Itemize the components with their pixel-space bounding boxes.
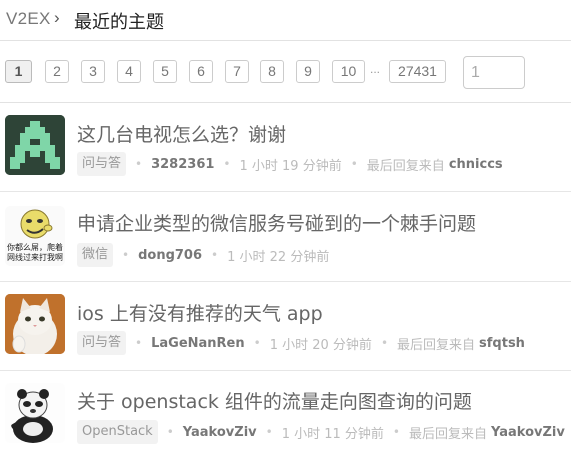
meta-separator: • bbox=[135, 157, 143, 171]
page-link-7[interactable]: 7 bbox=[225, 60, 249, 83]
topic-item: ios 上有没有推荐的天气 app 问与答 • LaGeNanRen • 1 小… bbox=[0, 283, 571, 371]
panda-avatar[interactable] bbox=[5, 383, 65, 443]
page-link-1[interactable]: 1 bbox=[5, 60, 32, 83]
page-link-10[interactable]: 10 bbox=[332, 60, 365, 83]
cat-avatar[interactable] bbox=[5, 294, 65, 354]
topic-title-link[interactable]: 这几台电视怎么选？谢谢 bbox=[77, 120, 286, 147]
post-time: 1 小时 19 分钟前 bbox=[239, 158, 342, 174]
topic-meta: 微信 • dong706 • 1 小时 22 分钟前 bbox=[77, 243, 329, 267]
node-tag[interactable]: 微信 bbox=[77, 243, 114, 267]
pagination: 1 2 3 4 5 6 7 8 9 10 ... 27431 1 bbox=[0, 41, 571, 103]
meta-separator: • bbox=[211, 248, 219, 262]
post-time: 1 小时 22 分钟前 bbox=[227, 249, 330, 265]
meta-separator: • bbox=[392, 425, 400, 439]
meta-separator: • bbox=[350, 157, 358, 171]
breadcrumb-root-link[interactable]: V2EX bbox=[6, 9, 51, 29]
pagination-ellipsis: ... bbox=[370, 62, 381, 76]
meta-separator: • bbox=[135, 336, 143, 350]
post-time: 1 小时 20 分钟前 bbox=[269, 337, 372, 353]
last-reply-label: 最后回复来自 bbox=[397, 337, 476, 353]
meta-separator: • bbox=[253, 336, 261, 350]
last-reply-user-link[interactable]: chniccs bbox=[449, 157, 503, 172]
pixel-invader-avatar[interactable] bbox=[5, 115, 65, 175]
node-tag[interactable]: 问与答 bbox=[77, 152, 127, 176]
post-time: 1 小时 11 分钟前 bbox=[281, 426, 384, 442]
node-tag[interactable]: OpenStack bbox=[77, 420, 158, 444]
topic-meta: OpenStack • YaakovZiv • 1 小时 11 分钟前 • 最后… bbox=[77, 420, 565, 444]
page-link-last[interactable]: 27431 bbox=[389, 60, 446, 83]
author-link[interactable]: YaakovZiv bbox=[183, 425, 257, 440]
page-link-5[interactable]: 5 bbox=[153, 60, 177, 83]
meta-separator: • bbox=[122, 248, 130, 262]
page-link-3[interactable]: 3 bbox=[81, 60, 105, 83]
page-link-4[interactable]: 4 bbox=[117, 60, 141, 83]
last-reply-label: 最后回复来自 bbox=[409, 426, 488, 442]
topic-title-link[interactable]: 关于 openstack 组件的流量走向图查询的问题 bbox=[77, 387, 472, 414]
top-bar: V2EX › 最近的主题 bbox=[0, 0, 571, 41]
meta-separator: • bbox=[223, 157, 231, 171]
page-link-2[interactable]: 2 bbox=[45, 60, 69, 83]
avatar-caption: 你都么屌，爬着网线过来打我啊 bbox=[7, 243, 63, 262]
topic-title-link[interactable]: ios 上有没有推荐的天气 app bbox=[77, 299, 323, 326]
last-reply-user-link[interactable]: sfqtsh bbox=[479, 336, 525, 351]
meme-face-avatar[interactable]: 你都么屌，爬着网线过来打我啊 bbox=[5, 206, 65, 266]
last-reply-label: 最后回复来自 bbox=[366, 158, 445, 174]
topic-item: 关于 openstack 组件的流量走向图查询的问题 OpenStack • Y… bbox=[0, 372, 571, 460]
topic-item: 这几台电视怎么选？谢谢 问与答 • 3282361 • 1 小时 19 分钟前 … bbox=[0, 104, 571, 192]
page-title: 最近的主题 bbox=[74, 12, 164, 33]
breadcrumb-separator: › bbox=[54, 8, 60, 27]
topic-meta: 问与答 • LaGeNanRen • 1 小时 20 分钟前 • 最后回复来自 … bbox=[77, 331, 525, 355]
page-link-6[interactable]: 6 bbox=[189, 60, 213, 83]
author-link[interactable]: LaGeNanRen bbox=[151, 336, 245, 351]
topic-meta: 问与答 • 3282361 • 1 小时 19 分钟前 • 最后回复来自 chn… bbox=[77, 152, 503, 176]
last-reply-user-link[interactable]: YaakovZiv bbox=[491, 425, 565, 440]
topic-title-link[interactable]: 申请企业类型的微信服务号碰到的一个棘手问题 bbox=[77, 209, 476, 236]
meta-separator: • bbox=[380, 336, 389, 350]
author-link[interactable]: 3282361 bbox=[151, 157, 214, 172]
node-tag[interactable]: 问与答 bbox=[77, 331, 127, 355]
topic-item: 你都么屌，爬着网线过来打我啊 申请企业类型的微信服务号碰到的一个棘手问题 微信 … bbox=[0, 193, 571, 282]
page-jump-input[interactable]: 1 bbox=[463, 56, 525, 89]
page-link-9[interactable]: 9 bbox=[296, 60, 320, 83]
author-link[interactable]: dong706 bbox=[138, 248, 202, 263]
page-link-8[interactable]: 8 bbox=[260, 60, 284, 83]
meta-separator: • bbox=[166, 425, 174, 439]
meta-separator: • bbox=[265, 425, 273, 439]
